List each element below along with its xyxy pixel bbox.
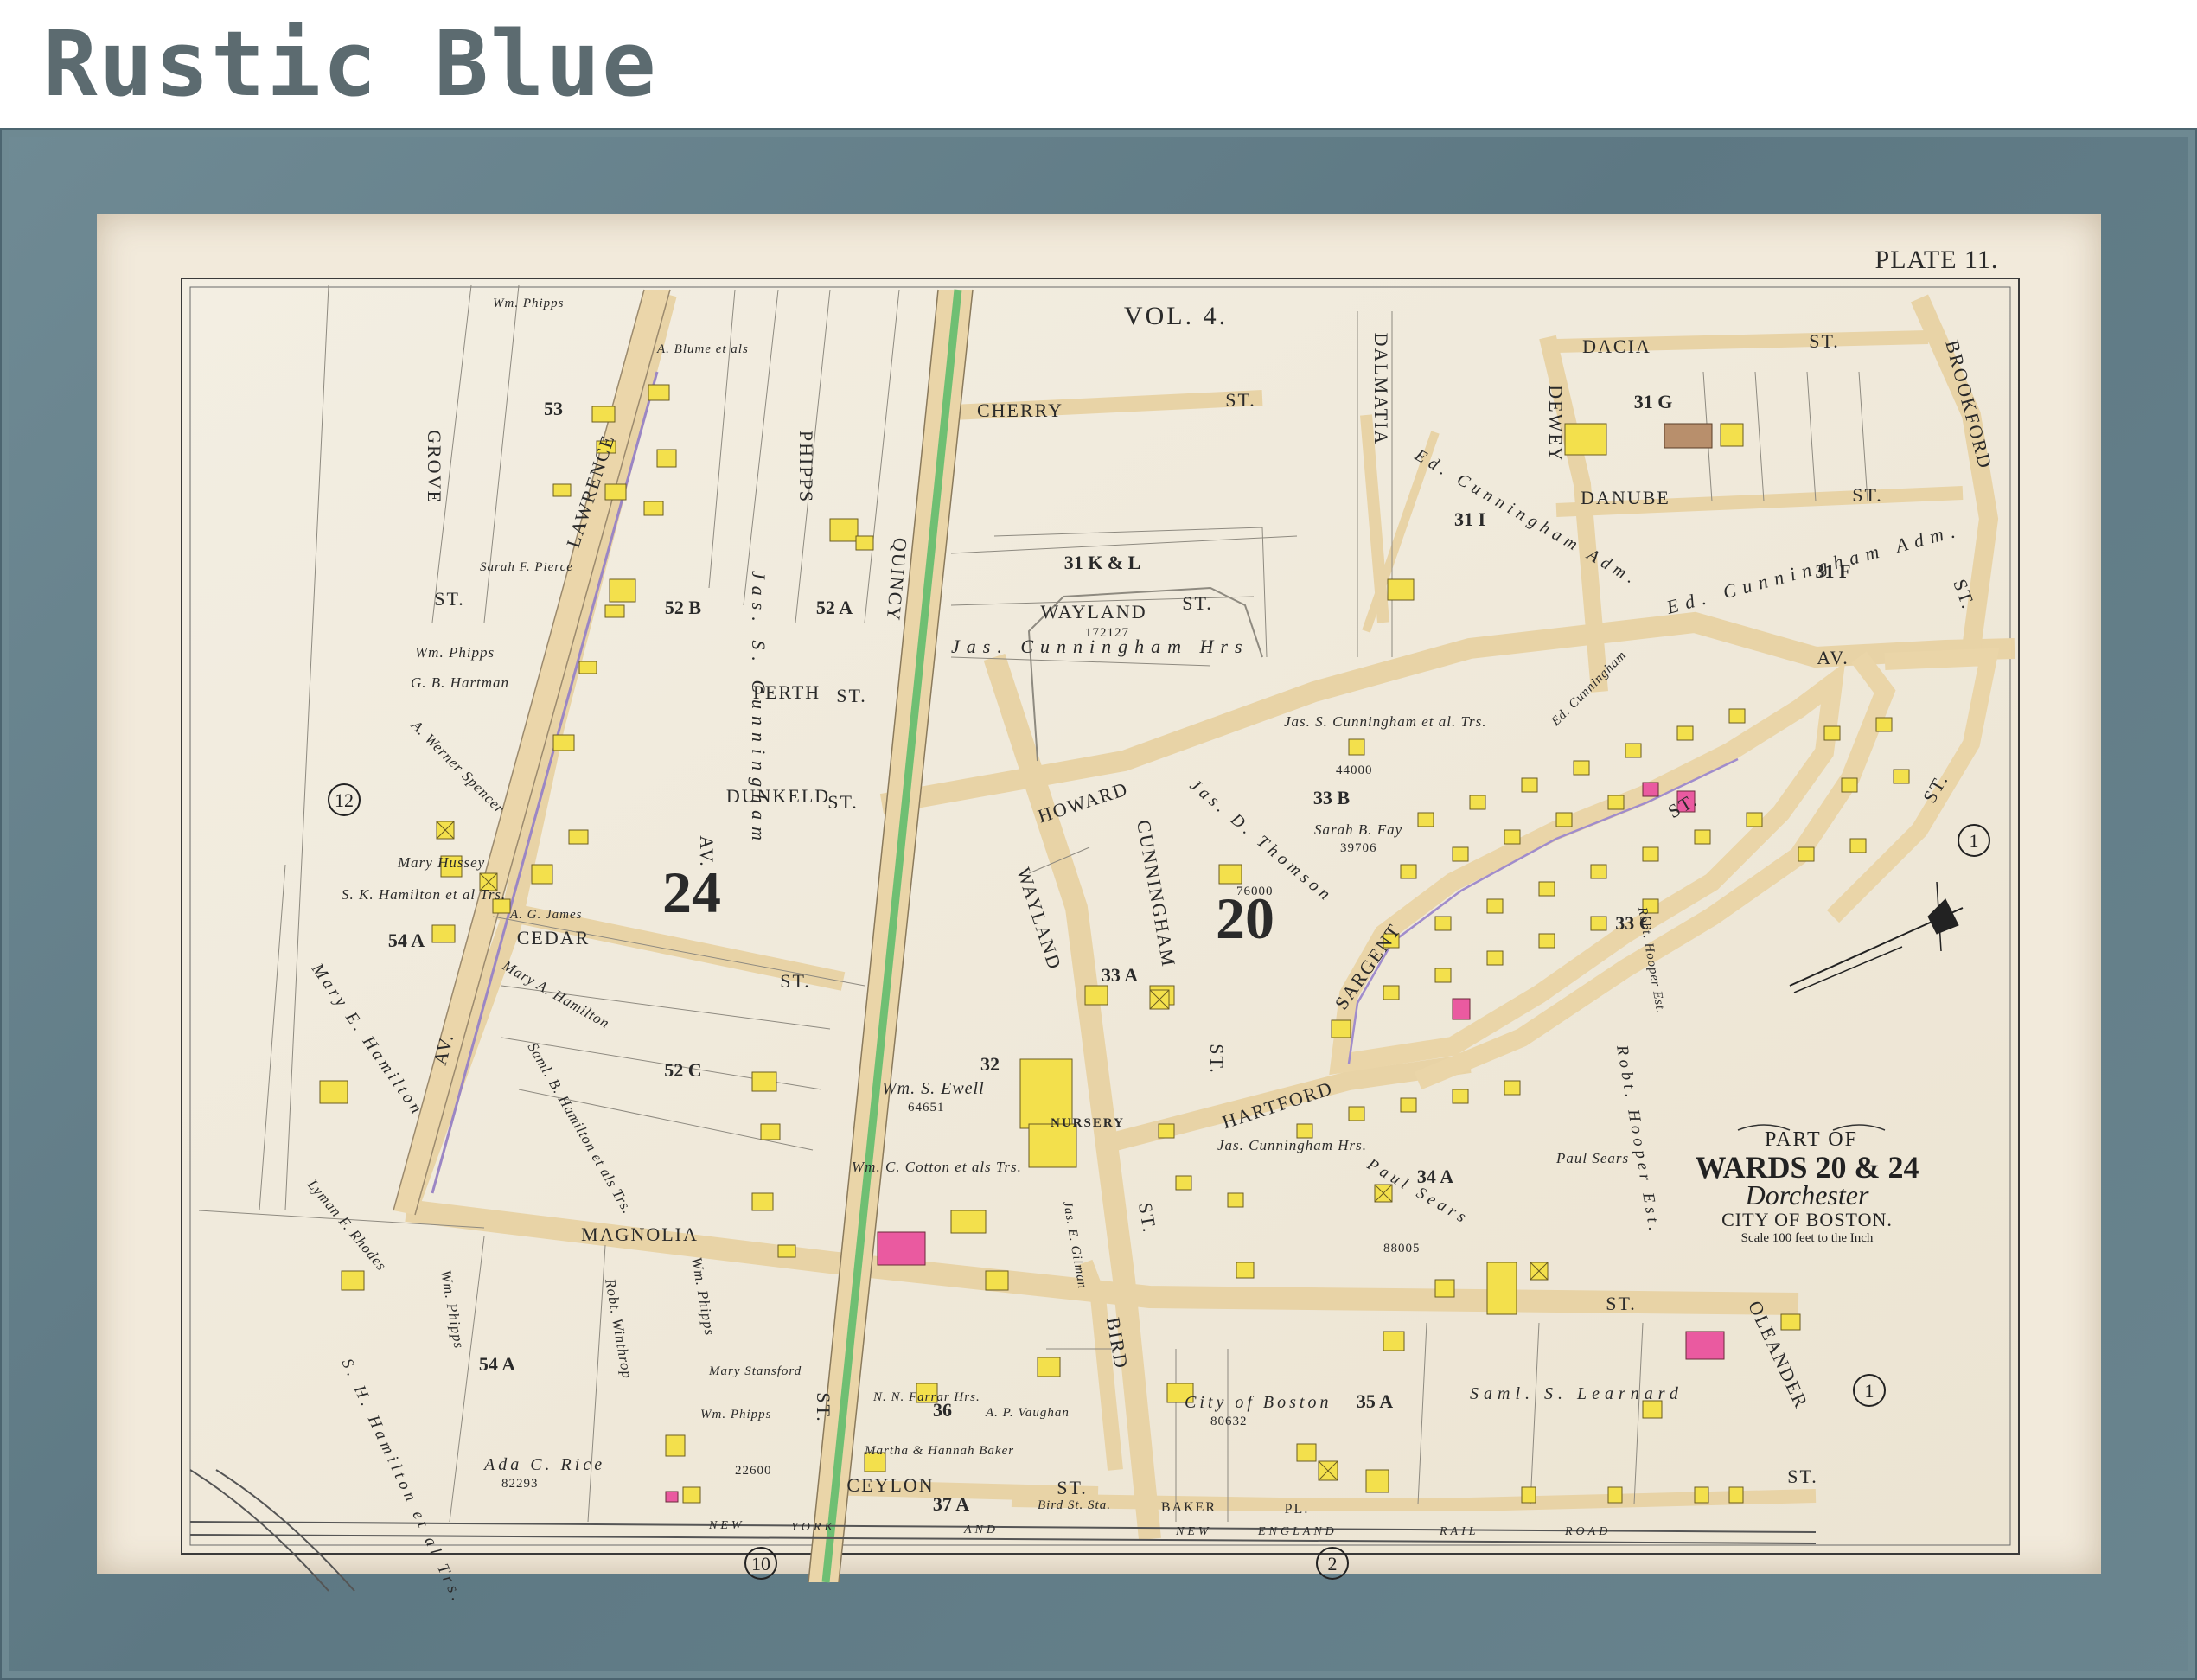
street-label: ST. — [1606, 1293, 1637, 1314]
owner-label: 76000 — [1236, 885, 1274, 898]
street-label: DANUBE — [1581, 487, 1670, 508]
block-number: 52 A — [816, 597, 853, 618]
owner-label: Jas. Cunningham Hrs. — [1217, 1137, 1367, 1153]
owner-label: Jas. S. Cunningham — [748, 571, 770, 847]
railroad-label: YORK — [791, 1521, 836, 1534]
owner-label: 82293 — [501, 1477, 539, 1491]
railroad-label: NEW — [708, 1519, 745, 1532]
circle-label: 2 — [1328, 1553, 1338, 1575]
owner-label: Ada C. Rice — [482, 1455, 605, 1474]
cartouche-line: CITY OF BOSTON. — [1721, 1209, 1893, 1230]
owner-label: G. B. Hartman — [411, 674, 509, 691]
owner-label: 172127 — [1085, 626, 1129, 640]
owner-label: 80632 — [1210, 1415, 1248, 1428]
circle-label: 10 — [751, 1553, 770, 1575]
street-label: ST. — [813, 1392, 834, 1423]
owner-label: 22600 — [735, 1464, 772, 1478]
street-label: MAGNOLIA — [581, 1223, 699, 1245]
owner-label: N. N. Farrar Hrs. — [872, 1390, 980, 1404]
plate-number: PLATE 11. — [1875, 246, 1999, 274]
cartouche-line: PART OF — [1765, 1128, 1858, 1151]
block-number: 52 B — [665, 597, 702, 618]
owner-label: Paul Sears — [1555, 1150, 1629, 1166]
block-number: 31 G — [1634, 391, 1673, 412]
owner-label: City of Boston — [1185, 1393, 1332, 1412]
ward-number-24: 24 — [662, 859, 721, 925]
railroad-label: RAIL — [1439, 1525, 1479, 1538]
owner-label: A. Blume et als — [656, 342, 749, 356]
block-number: 52 C — [664, 1059, 701, 1081]
owner-label: Jas. S. Cunningham et al. Trs. — [1284, 713, 1487, 730]
street-label: AV. — [1817, 647, 1849, 668]
owner-label: Mary Hussey — [397, 854, 485, 871]
street-label: ST. — [1809, 330, 1840, 352]
volume-label: VOL. 4. — [1124, 302, 1228, 330]
street-label: ST. — [780, 970, 811, 992]
railroad-label: ENGLAND — [1257, 1525, 1338, 1538]
street-label: DACIA — [1582, 335, 1651, 357]
owner-label: Sarah F. Pierce — [480, 560, 573, 574]
owner-label: A. P. Vaughan — [985, 1406, 1070, 1420]
street-label: ST. — [434, 588, 465, 610]
street-label: GROVE — [424, 430, 445, 504]
owner-label: 88005 — [1383, 1242, 1421, 1255]
street-label: ST. — [1057, 1477, 1088, 1498]
street-label: DEWEY — [1545, 385, 1567, 462]
block-number: 53 — [544, 398, 563, 419]
railroad-label: ROAD — [1564, 1525, 1611, 1538]
block-number: 32 — [980, 1053, 1000, 1075]
owner-label: Wm. Phipps — [700, 1408, 772, 1421]
owner-label: Bird St. Sta. — [1038, 1498, 1111, 1512]
street-label: PHIPPS — [795, 431, 817, 503]
owner-label: Wm. C. Cotton et als Trs. — [852, 1159, 1022, 1175]
owner-label: Martha & Hannah Baker — [864, 1444, 1014, 1458]
street-label: DUNKELD — [726, 785, 830, 807]
owner-label: 44000 — [1336, 763, 1373, 777]
owner-label: NURSERY — [1051, 1116, 1125, 1130]
street-label: ST. — [1182, 592, 1213, 614]
street-label: CHERRY — [977, 399, 1063, 421]
map-plate: 12 1 1 10 2 PLATE 11. VOL. 4. 24 20 LAWR… — [181, 246, 2020, 1607]
street-label: CEDAR — [517, 927, 591, 949]
owner-label: Wm. S. Ewell — [882, 1079, 985, 1098]
street-label: WAYLAND — [1040, 601, 1146, 623]
railroad-label: NEW — [1175, 1525, 1212, 1538]
block-number: 31 I — [1454, 508, 1485, 530]
circle-label: 12 — [335, 789, 354, 811]
street-label: ST. — [1787, 1466, 1818, 1487]
street-label: AV. — [696, 835, 718, 868]
street-label: ST. — [827, 791, 859, 813]
owner-label: Sarah B. Fay — [1314, 821, 1402, 838]
street-label: CEYLON — [846, 1474, 934, 1496]
street-label: PL. — [1285, 1502, 1310, 1517]
block-number: 35 A — [1357, 1390, 1393, 1412]
street-label: ST. — [1206, 1044, 1228, 1075]
street-label: ST. — [1225, 389, 1256, 411]
owner-label: Wm. Phipps — [493, 297, 565, 310]
street-label: ST. — [1852, 484, 1883, 506]
owner-label: Wm. Phipps — [415, 644, 495, 661]
block-number: 54 A — [479, 1353, 515, 1375]
cartouche-line: Dorchester — [1745, 1179, 1869, 1210]
block-number: 33 B — [1313, 787, 1351, 808]
owner-label: S. K. Hamilton et al Trs. — [342, 886, 506, 903]
railroad-label: AND — [963, 1523, 999, 1536]
block-number: 31 K & L — [1064, 552, 1141, 573]
street-label: DALMATIA — [1370, 333, 1392, 446]
owner-label: A. G. James — [509, 908, 582, 922]
owner-label: 39706 — [1340, 841, 1377, 855]
block-number: 33 A — [1102, 964, 1138, 986]
cartouche-line: Scale 100 feet to the Inch — [1741, 1231, 1874, 1245]
owner-label: 64651 — [908, 1101, 945, 1115]
circle-label: 1 — [1865, 1380, 1874, 1402]
street-label: BAKER — [1161, 1500, 1217, 1515]
street-label: ST. — [836, 685, 867, 706]
block-number: 37 A — [933, 1493, 969, 1515]
block-number: 54 A — [388, 929, 425, 951]
owner-label: Mary Stansford — [708, 1364, 802, 1378]
owner-label: Saml. S. Learnard — [1470, 1384, 1683, 1403]
circle-label: 1 — [1970, 830, 1979, 852]
